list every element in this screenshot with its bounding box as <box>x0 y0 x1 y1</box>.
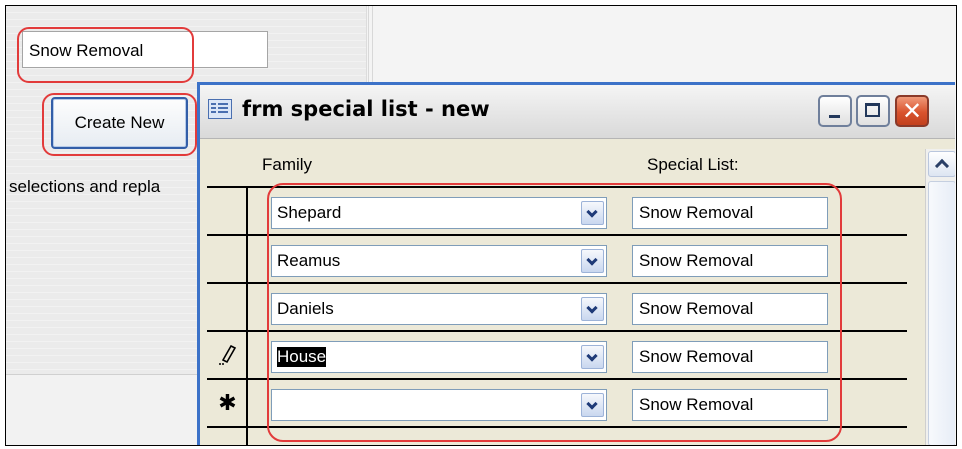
maximize-button[interactable] <box>856 95 890 127</box>
annotation-highlight-button <box>42 93 197 156</box>
scroll-up-icon <box>934 158 950 174</box>
close-button[interactable]: ✕ <box>895 95 929 127</box>
instruction-text: selections and repla <box>9 177 161 196</box>
annotation-highlight-grid <box>267 183 842 442</box>
pencil-icon <box>218 344 236 365</box>
scroll-up-button[interactable] <box>928 151 955 177</box>
close-icon: ✕ <box>901 97 923 125</box>
column-header-row: Family Special List: <box>207 139 955 188</box>
new-record-asterisk-icon: ✱ <box>218 390 237 416</box>
maximize-icon <box>865 103 880 117</box>
record-selector[interactable] <box>207 284 248 330</box>
record-selector[interactable] <box>207 188 248 234</box>
vertical-scrollbar[interactable] <box>925 149 955 445</box>
record-selector[interactable]: ✱ <box>207 380 248 426</box>
column-header-special-list: Special List: <box>647 155 739 174</box>
column-header-family: Family <box>262 155 313 174</box>
record-selector[interactable] <box>207 332 248 378</box>
form-icon <box>208 99 232 119</box>
annotation-highlight-input <box>17 27 194 83</box>
window-title: frm special list - new <box>242 97 490 121</box>
minimize-icon <box>829 115 840 118</box>
title-bar[interactable]: frm special list - new ✕ <box>200 85 955 139</box>
scroll-thumb[interactable] <box>928 181 955 445</box>
record-selector[interactable] <box>207 236 248 282</box>
minimize-button[interactable] <box>818 95 852 127</box>
